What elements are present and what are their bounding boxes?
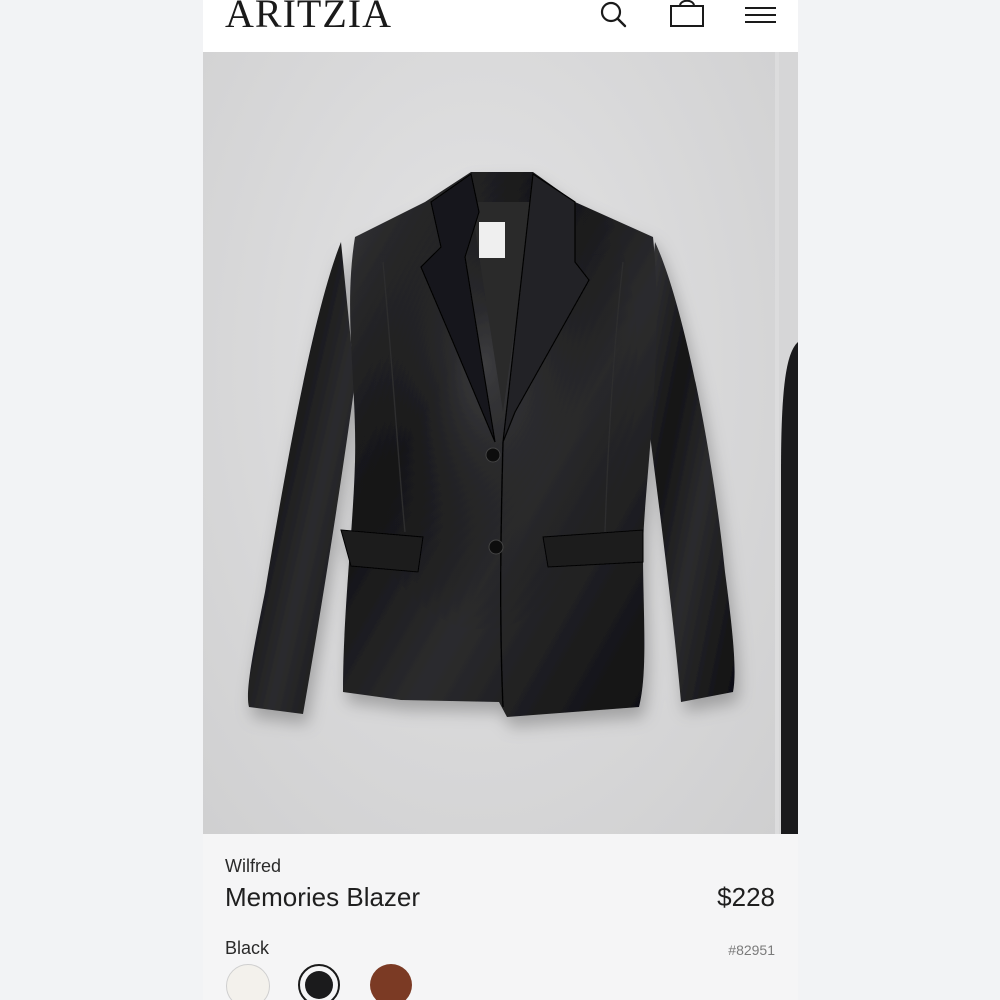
product-image-carousel[interactable] (203, 52, 798, 834)
top-bar: ARITZIA (203, 0, 798, 52)
product-price: $228 (717, 882, 775, 912)
color-swatch-black-fill (305, 971, 333, 999)
product-page: ARITZIA Wilfred Memories Blazer $228 Bla… (203, 0, 798, 1000)
product-image[interactable] (203, 52, 775, 834)
shopping-bag-icon[interactable] (669, 0, 705, 30)
selected-color-label: Black (225, 938, 270, 958)
hamburger-menu-icon[interactable] (744, 0, 777, 30)
color-swatch-black[interactable] (298, 964, 340, 1000)
brand-label-tag (479, 222, 505, 258)
blazer-illustration (247, 172, 735, 717)
color-swatch-white[interactable] (226, 964, 270, 1000)
product-sku: #82951 (728, 942, 775, 958)
color-swatch-brown[interactable] (370, 964, 412, 1000)
product-name: Memories Blazer (225, 882, 421, 912)
product-brand[interactable]: Wilfred (225, 856, 281, 877)
search-icon[interactable] (600, 0, 628, 30)
next-image-preview[interactable] (779, 52, 798, 834)
brand-logo[interactable]: ARITZIA (225, 0, 392, 40)
product-info: Wilfred Memories Blazer $228 Black #8295… (203, 834, 798, 1000)
next-image-glimpse (781, 342, 798, 834)
